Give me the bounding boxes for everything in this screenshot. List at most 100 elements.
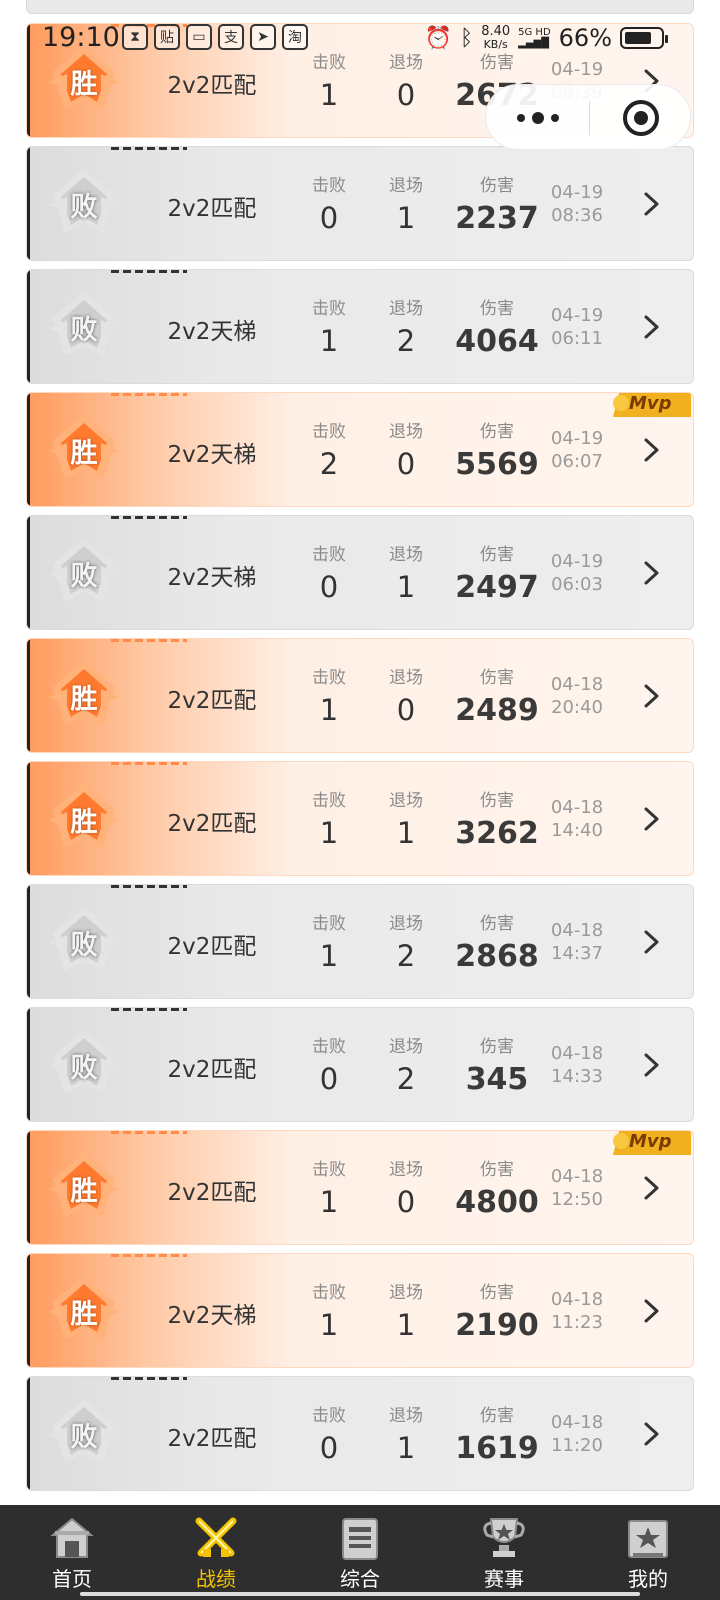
match-time: 20:40: [551, 697, 603, 718]
chevron-right-icon[interactable]: [641, 1173, 663, 1203]
match-card[interactable]: 败 2v2匹配 击败 0 退场 1 伤害 2237 04-19 08:36: [26, 146, 694, 261]
victory-badge-icon: 胜: [45, 780, 123, 858]
mvp-label: Mvp: [629, 393, 672, 414]
chevron-right-icon[interactable]: [641, 1050, 663, 1080]
match-card[interactable]: 败 2v2匹配 击败 0 退场 2 伤害 345 04-18 14:33: [26, 1007, 694, 1122]
battery-icon: [620, 27, 668, 49]
match-mode: 2v2天梯: [167, 565, 257, 591]
match-mode: 2v2匹配: [167, 688, 257, 714]
match-date: 04-18: [550, 920, 604, 941]
tab-overview[interactable]: 综合: [310, 1505, 410, 1600]
net-speed: 8.40 KB/s: [481, 24, 511, 51]
match-mode: 2v2匹配: [167, 1426, 257, 1452]
match-card[interactable]: 败 2v2天梯 击败 0 退场 1 伤害 2497 04-19 06:03: [26, 515, 694, 630]
match-date: 04-18: [550, 797, 604, 818]
match-datetime: 04-19 06:11: [532, 304, 622, 350]
card-dash-decoration: [107, 1254, 187, 1257]
chevron-right-icon[interactable]: [641, 189, 663, 219]
kills-stat: 击败 0: [289, 1032, 369, 1096]
match-card[interactable]: 胜 2v2匹配 击败 1 退场 0 伤害 4800 04-18 12:50 Mvp: [26, 1130, 694, 1245]
card-dash-decoration: [107, 270, 187, 273]
match-datetime: 04-18 11:20: [532, 1411, 622, 1457]
result-label: 胜: [70, 1175, 98, 1207]
card-dash-decoration: [107, 1131, 187, 1134]
kills-label: 击败: [312, 1160, 346, 1180]
tab-records[interactable]: 战绩: [166, 1505, 266, 1600]
match-time: 12:50: [551, 1189, 603, 1210]
match-datetime: 04-18 14:33: [532, 1042, 622, 1088]
kills-stat: 击败 1: [289, 786, 369, 850]
kills-label: 击败: [312, 545, 346, 565]
match-card[interactable]: 败 2v2匹配 击败 0 退场 1 伤害 1619 04-18 11:20: [26, 1376, 694, 1491]
miniprogram-capsule: [485, 84, 691, 150]
chevron-right-icon[interactable]: [641, 681, 663, 711]
match-card[interactable]: 胜 2v2匹配 击败 1 退场 1 伤害 3262 04-18 14:40: [26, 761, 694, 876]
match-datetime: 04-18 14:40: [532, 796, 622, 842]
tab-home[interactable]: 首页: [22, 1505, 122, 1600]
result-label: 胜: [70, 437, 98, 469]
chevron-right-icon[interactable]: [641, 558, 663, 588]
match-datetime: 04-18 14:37: [532, 919, 622, 965]
match-card[interactable]: 败 2v2匹配 击败 1 退场 2 伤害 2868 04-18 14:37: [26, 884, 694, 999]
signal-indicator: 5G HD ▂▄▆█: [518, 27, 551, 49]
mvp-label: Mvp: [629, 1131, 672, 1152]
match-time: 08:36: [551, 205, 603, 226]
match-mode: 2v2匹配: [167, 811, 257, 837]
match-card[interactable]: 胜 2v2匹配 击败 1 退场 0 伤害 2489 04-18 20:40: [26, 638, 694, 753]
bluetooth-icon: ᛒ: [459, 25, 474, 51]
match-datetime: 04-18 20:40: [532, 673, 622, 719]
mvp-badge: Mvp: [609, 1131, 691, 1155]
card-edge: [27, 1254, 30, 1367]
match-mode: 2v2匹配: [167, 1180, 257, 1206]
match-mode: 2v2天梯: [167, 442, 257, 468]
chevron-right-icon[interactable]: [641, 1296, 663, 1326]
kills-label: 击败: [312, 668, 346, 688]
kills-label: 击败: [312, 422, 346, 442]
card-edge: [27, 393, 30, 506]
match-datetime: 04-18 11:23: [532, 1288, 622, 1334]
kills-value: 1: [319, 324, 339, 358]
kills-label: 击败: [312, 1283, 346, 1303]
chevron-right-icon[interactable]: [641, 1419, 663, 1449]
tab-events[interactable]: 赛事: [454, 1505, 554, 1600]
match-time: 06:11: [551, 328, 603, 349]
chevron-right-icon[interactable]: [641, 312, 663, 342]
kills-stat: 击败 0: [289, 1401, 369, 1465]
match-card[interactable]: 胜 2v2天梯 击败 2 退场 0 伤害 5569 04-19 06:07 Mvp: [26, 392, 694, 507]
match-date: 04-18: [550, 1166, 604, 1187]
card-dash-decoration: [107, 516, 187, 519]
tab-profile[interactable]: 我的: [598, 1505, 698, 1600]
defeat-badge-icon: 败: [45, 903, 123, 981]
chevron-right-icon[interactable]: [641, 804, 663, 834]
match-mode: 2v2匹配: [167, 1057, 257, 1083]
card-dash-decoration: [107, 147, 187, 150]
close-miniprogram-button[interactable]: [590, 85, 692, 151]
card-dash-decoration: [107, 393, 187, 396]
kills-label: 击败: [312, 791, 346, 811]
kills-value: 1: [319, 78, 339, 112]
card-edge: [27, 516, 30, 629]
result-label: 败: [70, 191, 98, 223]
kills-stat: 击败 1: [289, 909, 369, 973]
match-card[interactable]: 胜 2v2天梯 击败 1 退场 1 伤害 2190 04-18 11:23: [26, 1253, 694, 1368]
chevron-right-icon[interactable]: [641, 435, 663, 465]
match-datetime: 04-19 06:03: [532, 550, 622, 596]
kills-stat: 击败 1: [289, 663, 369, 727]
more-options-button[interactable]: [486, 85, 589, 151]
match-card[interactable]: 败 2v2天梯 击败 1 退场 2 伤害 4064 04-19 06:11: [26, 269, 694, 384]
battery-percent: 66%: [558, 24, 612, 52]
bottom-tab-bar: 首页 战绩 综合 赛事 我的: [0, 1505, 720, 1600]
chevron-right-icon[interactable]: [641, 927, 663, 957]
previous-match-card-edge[interactable]: [26, 0, 694, 14]
home-indicator: [80, 1592, 640, 1596]
defeat-badge-icon: 败: [45, 1395, 123, 1473]
trophy-icon: [479, 1513, 529, 1563]
card-icon: ▭: [186, 24, 212, 50]
match-time: 14:40: [551, 820, 603, 841]
home-icon: [47, 1513, 97, 1563]
kills-value: 1: [319, 939, 339, 973]
kills-stat: 击败 1: [289, 1155, 369, 1219]
card-dash-decoration: [107, 762, 187, 765]
profile-icon: [623, 1513, 673, 1563]
kills-value: 1: [319, 1308, 339, 1342]
